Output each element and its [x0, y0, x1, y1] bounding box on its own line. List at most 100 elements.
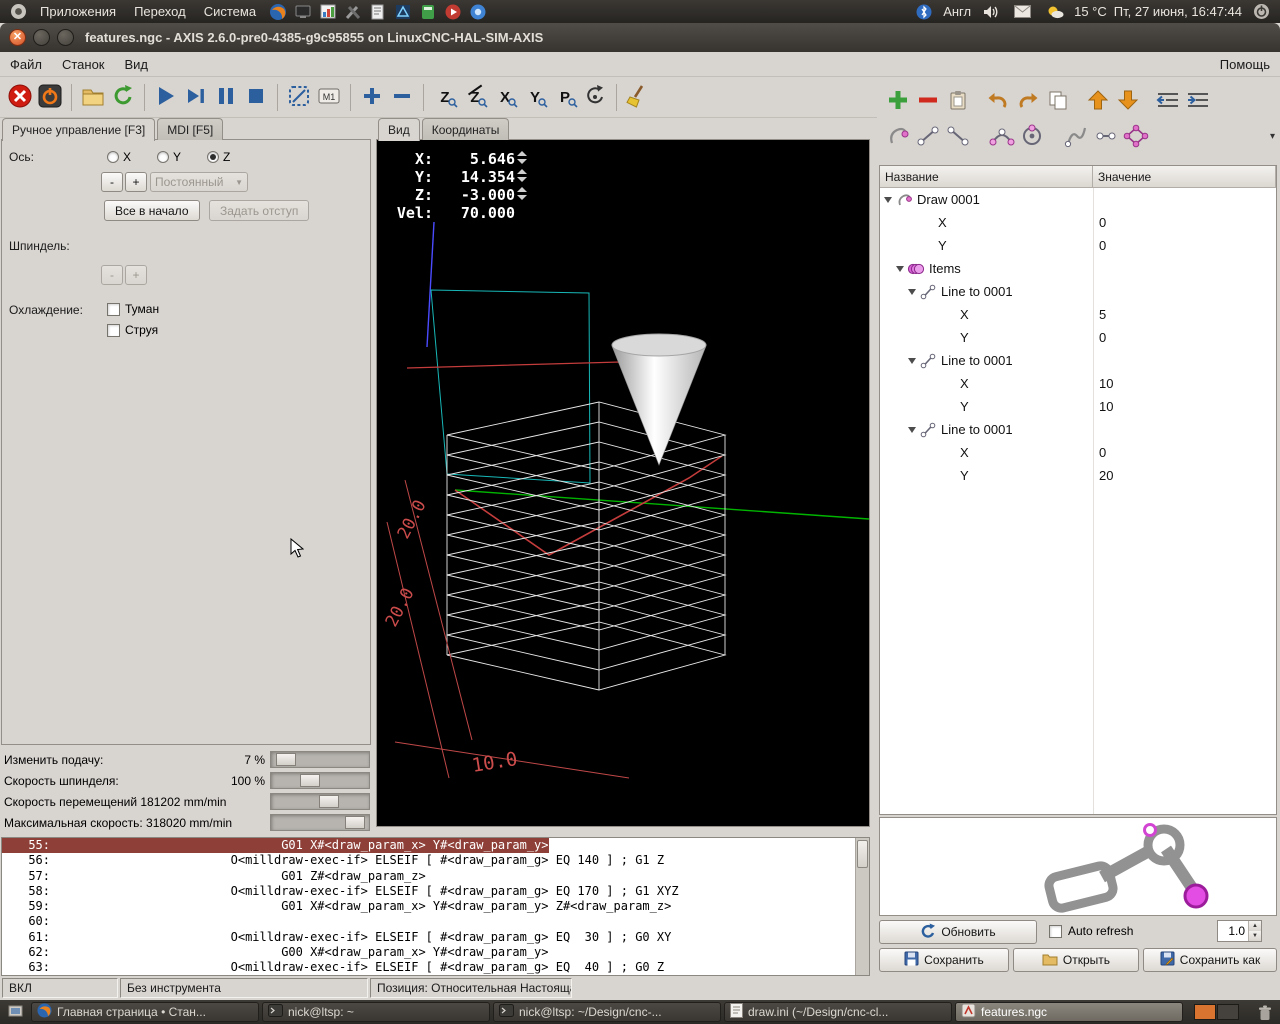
tree-row-line[interactable]: Line to 0001	[880, 418, 1276, 441]
window-close-button[interactable]: ✕	[9, 29, 26, 46]
spindle-slower-button[interactable]: -	[101, 265, 123, 285]
move-up-button[interactable]	[1083, 85, 1113, 115]
mail-icon[interactable]	[1013, 2, 1032, 21]
step-button[interactable]	[181, 82, 211, 113]
gcode-line[interactable]: 56: O<milldraw-exec-if> ELSEIF [ #<draw_…	[2, 853, 869, 868]
slider-thumb[interactable]	[300, 774, 320, 787]
window-maximize-button[interactable]	[57, 29, 74, 46]
gcode-line[interactable]: 61: O<milldraw-exec-if> ELSEIF [ #<draw_…	[2, 930, 869, 945]
media-launcher-icon[interactable]	[443, 2, 462, 21]
window-minimize-button[interactable]	[33, 29, 50, 46]
jog-mode-dropdown[interactable]: Постоянный▼	[150, 172, 248, 192]
gcode-line[interactable]: 60:	[2, 914, 869, 929]
max-speed-slider[interactable]	[270, 814, 370, 831]
scrollbar-thumb[interactable]	[857, 840, 868, 868]
auto-refresh-checkbox[interactable]: Auto refresh	[1049, 924, 1133, 938]
cad-launcher-icon[interactable]	[393, 2, 412, 21]
tree-row-line[interactable]: Line to 0001	[880, 280, 1276, 303]
slider-thumb[interactable]	[345, 816, 365, 829]
trash-icon[interactable]	[1255, 1003, 1274, 1022]
move-down-button[interactable]	[1113, 85, 1143, 115]
menu-applications[interactable]: Приложения	[31, 0, 125, 23]
jog-minus-button[interactable]: -	[101, 172, 123, 192]
firefox-launcher-icon[interactable]	[268, 2, 287, 21]
touch-off-button[interactable]: Задать отступ	[209, 200, 309, 221]
tool-draw-icon[interactable]	[883, 121, 913, 151]
indent-button[interactable]	[1183, 85, 1213, 115]
refresh-button[interactable]: Обновить	[879, 920, 1037, 944]
gcode-listing[interactable]: 55: G01 X#<draw_param_x> Y#<draw_param_y…	[1, 837, 870, 976]
toggle-skip-lines-button[interactable]	[284, 82, 314, 113]
paste-button[interactable]	[943, 85, 973, 115]
tools-launcher-icon[interactable]	[343, 2, 362, 21]
column-value-header[interactable]: Значение	[1093, 166, 1276, 188]
undo-button[interactable]	[983, 85, 1013, 115]
feed-override-slider[interactable]	[270, 751, 370, 768]
clock-indicator[interactable]: Пт, 27 июня, 16:47:44	[1114, 4, 1242, 19]
reload-file-button[interactable]	[108, 82, 138, 113]
spindle-faster-button[interactable]: +	[125, 265, 147, 285]
slider-thumb[interactable]	[276, 753, 296, 766]
preview-canvas[interactable]: 20.0 20.0 10.0 X:5.646 Y:14.354 Z:-3.000…	[376, 139, 870, 827]
tree-row-line[interactable]: Line to 0001	[880, 349, 1276, 372]
stop-button[interactable]	[241, 82, 271, 113]
display-launcher-icon[interactable]	[293, 2, 312, 21]
calculator-launcher-icon[interactable]	[418, 2, 437, 21]
gcode-line[interactable]: 58: O<milldraw-exec-if> ELSEIF [ #<draw_…	[2, 884, 869, 899]
temperature-indicator[interactable]: 15 °C	[1074, 4, 1107, 19]
tab-dro[interactable]: Координаты	[422, 118, 510, 140]
workspace-active[interactable]	[1194, 1004, 1216, 1020]
tree-row-param[interactable]: X5	[880, 303, 1276, 326]
spindle-override-slider[interactable]	[270, 772, 370, 789]
workspace-switcher[interactable]	[1194, 1004, 1239, 1020]
tool-spline-icon[interactable]	[1061, 121, 1091, 151]
home-all-button[interactable]: Все в начало	[104, 200, 200, 221]
gcode-scrollbar[interactable]	[855, 838, 869, 975]
menu-file[interactable]: Файл	[0, 52, 52, 77]
titlebar[interactable]: ✕ features.ngc - AXIS 2.6.0-pre0-4385-g9…	[0, 23, 1280, 52]
rotate-view-button[interactable]	[580, 82, 610, 113]
editor-launcher-icon[interactable]	[368, 2, 387, 21]
flood-checkbox[interactable]: Струя	[107, 323, 158, 337]
tree-row-draw[interactable]: Draw 0001	[880, 188, 1276, 211]
spin-arrows[interactable]: ▲▼	[1248, 921, 1261, 941]
expander-icon[interactable]	[908, 358, 916, 368]
zoom-in-button[interactable]	[357, 82, 387, 113]
gcode-line[interactable]: 63: O<milldraw-exec-if> ELSEIF [ #<draw_…	[2, 960, 869, 975]
add-feature-button[interactable]	[883, 85, 913, 115]
expander-icon[interactable]	[908, 289, 916, 299]
expander-icon[interactable]	[908, 427, 916, 437]
bluetooth-icon[interactable]	[914, 2, 933, 21]
tools-dropdown-button[interactable]: ▾	[1270, 131, 1275, 142]
volume-icon[interactable]	[981, 2, 1000, 21]
tool-line2-icon[interactable]	[943, 121, 973, 151]
slider-thumb[interactable]	[319, 795, 339, 808]
gcode-line[interactable]: 57: G01 Z#<draw_param_z>	[2, 869, 869, 884]
tree-row-param[interactable]: Y20	[880, 464, 1276, 487]
tree-row-param[interactable]: X0	[880, 211, 1276, 234]
expander-icon[interactable]	[896, 266, 904, 276]
run-program-button[interactable]	[151, 82, 181, 113]
workspace-2[interactable]	[1217, 1004, 1239, 1020]
tool-line-icon[interactable]	[913, 121, 943, 151]
menu-places[interactable]: Переход	[125, 0, 195, 23]
gcode-line[interactable]: 59: G01 X#<draw_param_x> Y#<draw_param_y…	[2, 899, 869, 914]
taskbar-window-firefox[interactable]: Главная страница • Стан...	[31, 1002, 259, 1022]
tree-row-param[interactable]: Y0	[880, 326, 1276, 349]
redo-button[interactable]	[1013, 85, 1043, 115]
machine-power-button[interactable]	[35, 82, 65, 113]
view-front-button[interactable]: Y	[520, 82, 550, 113]
view-side-button[interactable]: X	[490, 82, 520, 113]
tool-polygon-icon[interactable]	[1121, 121, 1151, 151]
menu-help[interactable]: Помощь	[1210, 52, 1280, 77]
estop-button[interactable]	[5, 82, 35, 113]
tree-row-param[interactable]: Y10	[880, 395, 1276, 418]
tool-link-icon[interactable]	[1091, 121, 1121, 151]
tab-mdi[interactable]: MDI [F5]	[157, 118, 223, 140]
view-rotated-top-button[interactable]: Z	[460, 82, 490, 113]
menu-view[interactable]: Вид	[115, 52, 159, 77]
gcode-line-active[interactable]: 55: G01 X#<draw_param_x> Y#<draw_param_y…	[2, 838, 549, 853]
view-top-button[interactable]: Z	[430, 82, 460, 113]
save-as-button[interactable]: Сохранить как	[1143, 948, 1277, 972]
save-button[interactable]: Сохранить	[879, 948, 1009, 972]
